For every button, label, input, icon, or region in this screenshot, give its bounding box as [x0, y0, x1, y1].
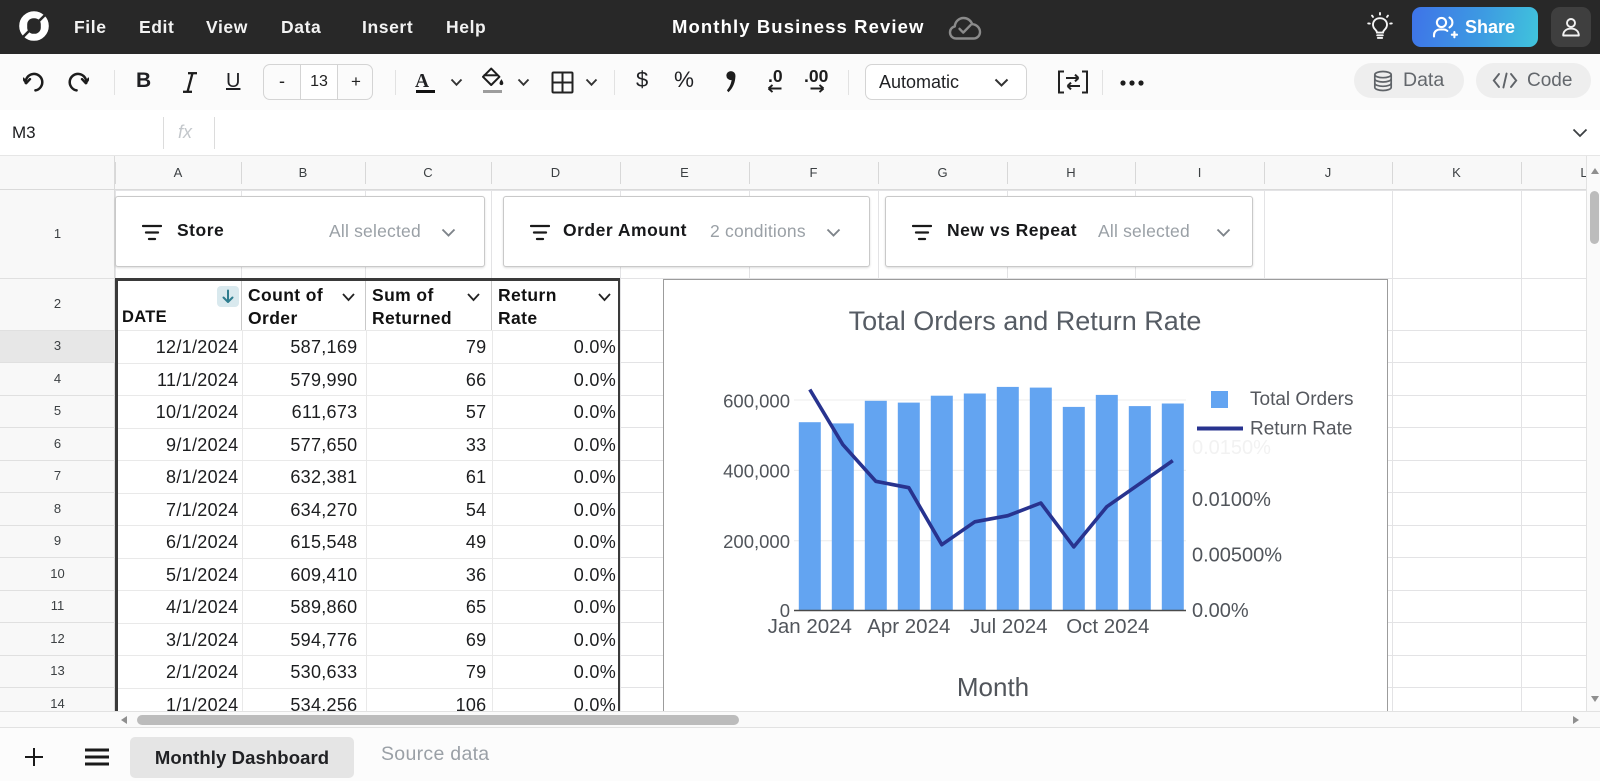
svg-text:Apr 2024: Apr 2024 [867, 615, 950, 638]
svg-text:400,000: 400,000 [723, 461, 790, 482]
svg-text:0.00%: 0.00% [1192, 600, 1249, 622]
svg-text:Month: Month [957, 672, 1029, 702]
svg-text:Jan 2024: Jan 2024 [768, 615, 852, 638]
svg-text:0.00500%: 0.00500% [1192, 545, 1282, 567]
svg-text:600,000: 600,000 [723, 390, 790, 411]
svg-text:Return Rate: Return Rate [1250, 419, 1352, 440]
svg-text:.0: .0 [768, 66, 783, 86]
svg-text:0.0100%: 0.0100% [1192, 489, 1271, 511]
svg-text:Total Orders: Total Orders [1250, 389, 1353, 410]
svg-text:Jul 2024: Jul 2024 [970, 615, 1048, 638]
svg-text:Total Orders and Return Rate: Total Orders and Return Rate [849, 306, 1202, 336]
svg-text:.00: .00 [804, 66, 829, 86]
svg-text:0.0150%: 0.0150% [1192, 437, 1271, 459]
svg-text:Oct 2024: Oct 2024 [1066, 615, 1149, 638]
svg-text:200,000: 200,000 [723, 531, 790, 552]
